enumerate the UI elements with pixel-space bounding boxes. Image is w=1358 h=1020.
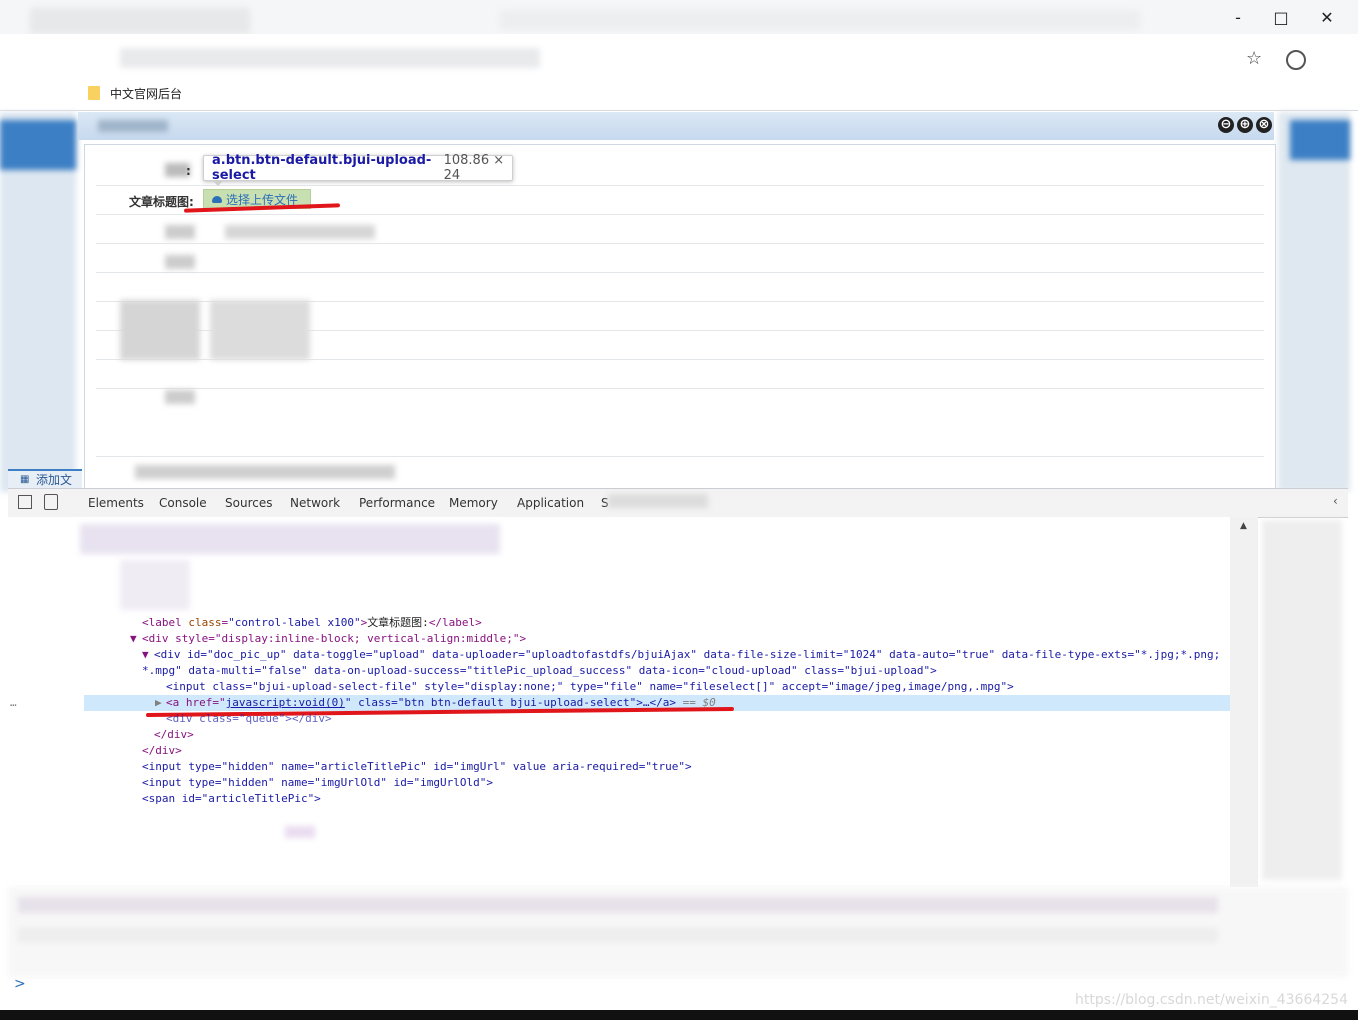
code-line[interactable]: <input class="bjui-upload-select-file" s… [166, 679, 1014, 695]
row-divider [96, 388, 1264, 389]
collapse-arrow-icon[interactable]: ▼ [130, 631, 137, 647]
tab-strip [500, 10, 1140, 30]
code-link[interactable]: javascript:void(0) [226, 696, 345, 709]
code-text: 文章标题图: [367, 616, 429, 629]
tab-memory[interactable]: Memory [449, 496, 498, 510]
row-divider [96, 272, 1264, 273]
inspect-element-icon[interactable] [18, 495, 32, 509]
tab-network[interactable]: Network [290, 496, 340, 510]
folder-icon [88, 86, 100, 100]
code-line[interactable]: <span id="articleTitlePic"> [142, 791, 321, 807]
blurred-field [165, 225, 195, 239]
address-bar-row: ☆ [0, 34, 1358, 80]
close-button[interactable]: ✕ [1304, 4, 1350, 30]
code-attr-value: "control-label x100" [228, 616, 361, 629]
minimize-button[interactable]: - [1215, 4, 1261, 30]
code-line[interactable]: </div> [142, 743, 182, 759]
grid-icon: ▦ [20, 474, 30, 485]
scroll-up-icon[interactable]: ▲ [1240, 521, 1247, 531]
watermark: https://blog.csdn.net/weixin_43664254 [1074, 992, 1348, 1008]
chevron-left-icon[interactable]: ‹ [1333, 494, 1338, 508]
star-icon[interactable]: ☆ [1246, 48, 1262, 69]
blurred-field [210, 300, 310, 360]
tab-performance[interactable]: Performance [359, 496, 435, 510]
sidebar-block [0, 120, 76, 170]
device-toolbar-icon[interactable] [44, 494, 58, 510]
blurred-code [285, 826, 315, 838]
right-sidebar [1278, 112, 1350, 492]
code-tag: </label> [428, 616, 482, 629]
panel-title [98, 120, 168, 132]
collapse-arrow-icon[interactable]: ▼ [142, 647, 149, 663]
code-line[interactable]: <div style="display:inline-block; vertic… [142, 631, 526, 647]
close-panel-icon[interactable]: ⊗ [1256, 117, 1272, 133]
blurred-field [225, 225, 375, 239]
blurred-code [80, 524, 500, 554]
tab-application[interactable]: Application [517, 496, 584, 510]
expand-arrow-icon[interactable]: ▶ [155, 695, 162, 711]
taskbar [0, 1010, 1358, 1020]
url-field[interactable] [120, 48, 540, 68]
row-divider [96, 243, 1264, 244]
maximize-button[interactable]: □ [1258, 4, 1304, 30]
tooltip-size: 108.86 × 24 [443, 153, 505, 183]
tab-elements[interactable]: Elements [88, 496, 144, 510]
row-divider [96, 185, 1264, 186]
tooltip-selector: a.btn.btn-default.bjui-upload-select [212, 153, 432, 183]
right-sidebar-block [1290, 120, 1350, 160]
code-line[interactable]: <label class="control-label x100">文章标题图:… [142, 615, 482, 631]
tab-console[interactable]: Console [159, 496, 207, 510]
devtools-scrollbar[interactable]: ▲ [1230, 517, 1258, 887]
blurred-field [120, 300, 200, 360]
code-tag: <a href=" [166, 696, 226, 709]
blurred-field [165, 390, 195, 404]
blurred-field [135, 465, 395, 479]
bookmark-link[interactable]: 中文官网后台 [110, 85, 182, 102]
code-line[interactable]: <div class="queue"></div> [166, 711, 332, 727]
add-panel-icon[interactable]: ⊕ [1237, 117, 1253, 133]
code-attr-name: class [188, 616, 222, 629]
code-tag: <label [142, 616, 189, 629]
bookmarks-bar [0, 80, 1358, 111]
tooltip-arrow [212, 180, 224, 186]
row-ellipsis-icon[interactable]: … [10, 695, 17, 711]
minimize-panel-icon[interactable]: ⊖ [1218, 117, 1234, 133]
blurred-code [120, 560, 190, 610]
blurred-tabs [608, 494, 708, 508]
panel-header [78, 112, 1274, 140]
blurred-field [165, 255, 195, 269]
breadcrumb-bar [8, 887, 1348, 977]
code-line[interactable]: <div id="doc_pic_up" data-toggle="upload… [154, 647, 1220, 663]
cloud-upload-icon [212, 195, 222, 203]
styles-pane [1262, 520, 1342, 880]
row-divider [96, 456, 1264, 457]
browser-tab[interactable] [30, 8, 250, 34]
code-line[interactable]: <input type="hidden" name="articleTitleP… [142, 759, 692, 775]
row-divider [96, 214, 1264, 215]
code-line[interactable]: </div> [154, 727, 194, 743]
console-prompt-icon[interactable]: > [14, 976, 26, 992]
browser-titlebar [0, 0, 1358, 34]
code-line[interactable]: *.mpg" data-multi="false" data-on-upload… [142, 663, 937, 679]
profile-icon[interactable] [1286, 50, 1306, 70]
article-image-label: 文章标题图: [129, 195, 194, 209]
inspect-tooltip: a.btn.btn-default.bjui-upload-select 108… [203, 153, 513, 183]
tab-sources[interactable]: Sources [225, 496, 272, 510]
form-label-colon: : [186, 164, 191, 178]
code-line[interactable]: <input type="hidden" name="imgUrlOld" id… [142, 775, 493, 791]
